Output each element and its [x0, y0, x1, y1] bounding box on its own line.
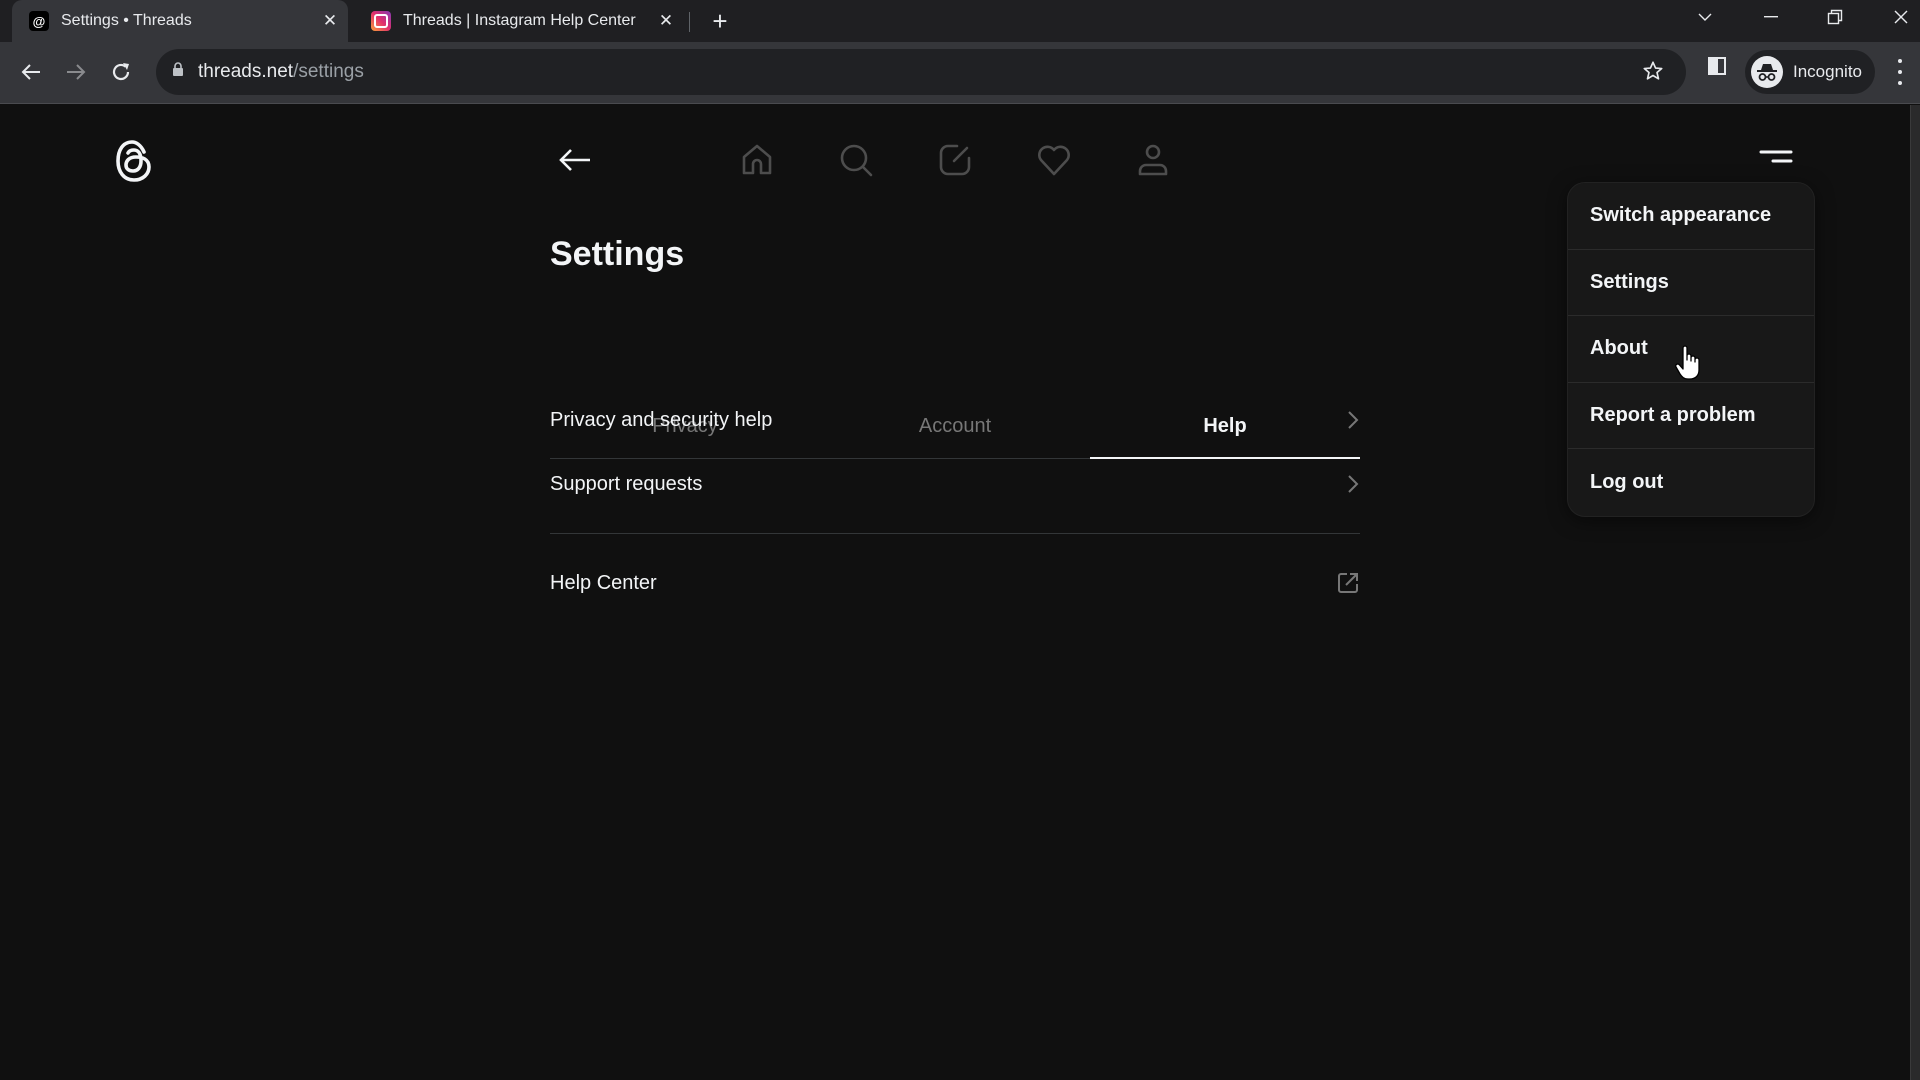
close-tab-icon[interactable]: ✕	[654, 9, 678, 33]
heart-icon	[1038, 145, 1070, 176]
section-divider	[550, 533, 1360, 534]
threads-logo-icon: @	[29, 11, 49, 31]
browser-tab-settings-threads[interactable]: @ Settings • Threads ✕	[12, 0, 348, 42]
tab-title: Settings • Threads	[61, 12, 192, 29]
tab-separator	[689, 12, 690, 32]
close-window-button[interactable]	[1876, 0, 1920, 34]
close-tab-icon[interactable]: ✕	[318, 9, 342, 33]
chevron-right-icon	[1348, 475, 1359, 493]
compose-icon	[939, 144, 971, 176]
external-link-icon	[1338, 573, 1358, 593]
nav-profile-button[interactable]	[1131, 138, 1175, 182]
back-button[interactable]	[14, 55, 48, 89]
new-tab-button[interactable]: +	[706, 8, 734, 36]
menu-hamburger-button[interactable]	[1757, 142, 1797, 172]
chevron-right-icon	[1348, 411, 1359, 429]
menu-item-log-out[interactable]: Log out	[1568, 449, 1814, 516]
hand-pointer-cursor-icon	[1674, 345, 1702, 381]
page-title: Settings	[550, 235, 685, 273]
nav-home-button[interactable]	[735, 138, 779, 182]
row-label: Privacy and security help	[550, 408, 773, 431]
menu-item-switch-appearance[interactable]: Switch appearance	[1568, 183, 1814, 250]
threads-logo-icon[interactable]	[113, 138, 155, 184]
browser-menu-kebab-icon[interactable]	[1894, 59, 1906, 85]
row-label: Help Center	[550, 571, 657, 594]
url-path: /settings	[293, 61, 364, 82]
restore-button[interactable]	[1810, 0, 1860, 34]
nav-activity-button[interactable]	[1032, 138, 1076, 182]
forward-button[interactable]	[59, 55, 93, 89]
reload-icon	[112, 63, 130, 81]
incognito-label: Incognito	[1793, 62, 1862, 81]
side-panel-icon[interactable]	[1707, 56, 1727, 81]
tab-title: Threads | Instagram Help Center	[403, 12, 636, 29]
url-host: threads.net	[198, 61, 294, 82]
help-center-link[interactable]: Help Center	[550, 556, 1360, 610]
tab-search-chevron-icon[interactable]	[1680, 0, 1730, 34]
bookmark-star-icon[interactable]	[1642, 60, 1664, 87]
profile-icon	[1138, 144, 1168, 176]
instagram-icon	[371, 11, 391, 31]
arrow-right-icon	[67, 64, 86, 80]
lock-icon	[172, 62, 184, 82]
arrow-left-icon	[21, 64, 40, 80]
row-label: Support requests	[550, 472, 703, 495]
incognito-icon	[1751, 56, 1783, 88]
browser-toolbar: threads.net/settings Incognito	[0, 42, 1920, 104]
page-scrollbar[interactable]	[1910, 105, 1920, 1080]
browser-tab-instagram-help[interactable]: Threads | Instagram Help Center ✕	[354, 0, 684, 42]
search-icon	[840, 144, 873, 177]
home-icon	[742, 144, 772, 175]
browser-tab-strip: @ Settings • Threads ✕ Threads | Instagr…	[0, 0, 1920, 42]
privacy-security-help-row[interactable]: Privacy and security help	[550, 393, 1360, 447]
nav-search-button[interactable]	[834, 138, 878, 182]
address-bar[interactable]: threads.net/settings	[156, 49, 1686, 95]
incognito-profile-button[interactable]: Incognito	[1745, 50, 1875, 94]
minimize-button[interactable]	[1746, 0, 1796, 34]
support-requests-row[interactable]: Support requests	[550, 457, 1360, 511]
reload-button[interactable]	[104, 55, 138, 89]
back-arrow-button[interactable]	[555, 140, 595, 180]
menu-icon	[1759, 150, 1793, 163]
menu-item-settings[interactable]: Settings	[1568, 250, 1814, 316]
back-arrow-icon	[559, 149, 590, 171]
threads-page: Settings Privacy Account Help Privacy an…	[0, 105, 1910, 1080]
menu-item-report-problem[interactable]: Report a problem	[1568, 383, 1814, 449]
nav-compose-button[interactable]	[933, 138, 977, 182]
